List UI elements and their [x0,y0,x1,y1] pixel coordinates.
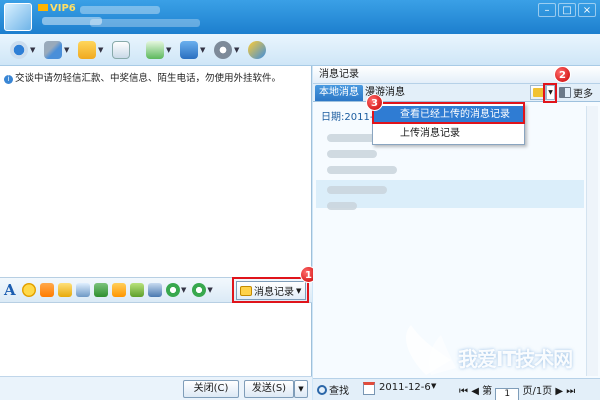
last-page-button[interactable]: ⏭ [566,386,575,397]
find-button[interactable]: 查找 [317,382,349,397]
mail-icon [112,40,130,59]
screenshot-icon[interactable] [166,283,180,297]
blurred-message [327,186,387,194]
blurred-message [327,166,397,174]
page-suffix: 页/1页 [522,386,553,397]
hand-icon[interactable] [76,283,90,297]
blurred-message [327,150,377,158]
crown-icon [38,4,48,11]
chevron-down-icon[interactable]: ▼ [207,286,212,294]
microphone-icon [44,40,62,59]
settings-button[interactable]: ▼ [214,38,242,62]
folder-icon [78,40,96,59]
emoji-icon[interactable] [22,283,36,297]
avatar[interactable] [4,3,32,31]
page-prefix: 第 [482,386,493,397]
blurred-message [327,202,357,210]
blurred-nickname [80,6,160,14]
date-dropdown[interactable]: ▼ [431,382,436,390]
extension-button[interactable] [248,38,276,62]
send-button[interactable]: 发送(S) [244,380,294,398]
prev-page-button[interactable]: ◀ [471,386,479,397]
chevron-down-icon[interactable]: ▼ [181,286,186,294]
chevron-down-icon: ▼ [234,45,240,54]
apps-button[interactable]: ▼ [180,38,208,62]
share-button[interactable]: ▼ [146,38,174,62]
music-icon[interactable] [148,283,162,297]
next-page-button[interactable]: ▶ [555,386,563,397]
security-notice: i 交谈中请勿轻信汇款、中奖信息、陌生电话，勿使用外挂软件。 [4,70,281,84]
more-button[interactable]: 更多 [559,85,593,100]
close-window-button[interactable]: × [578,3,596,17]
image-icon[interactable] [112,283,126,297]
nudge-icon[interactable] [58,283,72,297]
history-bottom-bar: 查找 2011-12-6 ▼ ⏮ ◀ 第 1 页/1页 ▶ ⏭ [313,378,600,400]
send-bar: 关闭(C) 发送(S) ▼ [0,376,312,400]
gift-icon[interactable] [130,283,144,297]
highlight-box-3 [372,102,525,124]
highlight-box-1 [232,277,309,303]
chat-panel: i 交谈中请勿轻信汇款、中奖信息、陌生电话，勿使用外挂软件。 A ▼ ▼ 消息记录… [0,66,317,400]
camera-icon [10,40,28,59]
highlight-box-2 [543,83,557,103]
vip-badge: VIP6 [38,3,76,14]
plugin-icon [248,40,266,59]
chevron-down-icon: ▼ [30,45,36,54]
watermark-text: 我爱IT技术网 [458,347,573,371]
gear-icon [214,40,232,59]
magic-emoji-icon[interactable] [40,283,54,297]
document-add-icon [146,40,164,59]
blurred-signature [90,19,200,27]
title-bar: VIP6 – □ × [0,0,600,34]
app-icon [180,40,198,59]
step-badge-3: 3 [366,94,383,111]
send-options-button[interactable]: ▼ [294,380,308,398]
date-field[interactable]: 2011-12-6 [379,382,431,393]
watermark: 我爱IT技术网 [396,320,596,380]
pagination: ⏮ ◀ 第 1 页/1页 ▶ ⏭ [459,382,575,400]
first-page-button[interactable]: ⏮ [459,386,468,397]
send-file-button[interactable]: ▼ [78,38,106,62]
send-mail-button[interactable] [112,38,140,62]
chevron-down-icon: ▼ [166,45,172,54]
scissors-icon[interactable] [192,283,207,297]
page-number-input[interactable]: 1 [495,388,520,400]
chat-toolbar: ▼ ▼ ▼ ▼ ▼ ▼ [0,34,600,66]
info-icon: i [4,75,13,84]
pencil-icon[interactable] [94,283,108,297]
speaker-icon [559,87,571,98]
font-icon[interactable]: A [4,281,18,299]
window-controls: – □ × [538,3,596,17]
chevron-down-icon: ▼ [98,45,104,54]
search-icon [317,384,327,395]
voice-call-button[interactable]: ▼ [44,38,72,62]
minimize-button[interactable]: – [538,3,556,17]
tab-local-messages[interactable]: 本地消息 [315,85,363,101]
step-badge-2: 2 [554,66,571,83]
maximize-button[interactable]: □ [558,3,576,17]
video-call-button[interactable]: ▼ [10,38,38,62]
menu-item-upload-records[interactable]: 上传消息记录 [374,125,523,143]
close-button[interactable]: 关闭(C) [183,380,239,398]
chevron-down-icon: ▼ [200,45,206,54]
chevron-down-icon: ▼ [64,45,70,54]
calendar-icon[interactable] [363,382,375,395]
